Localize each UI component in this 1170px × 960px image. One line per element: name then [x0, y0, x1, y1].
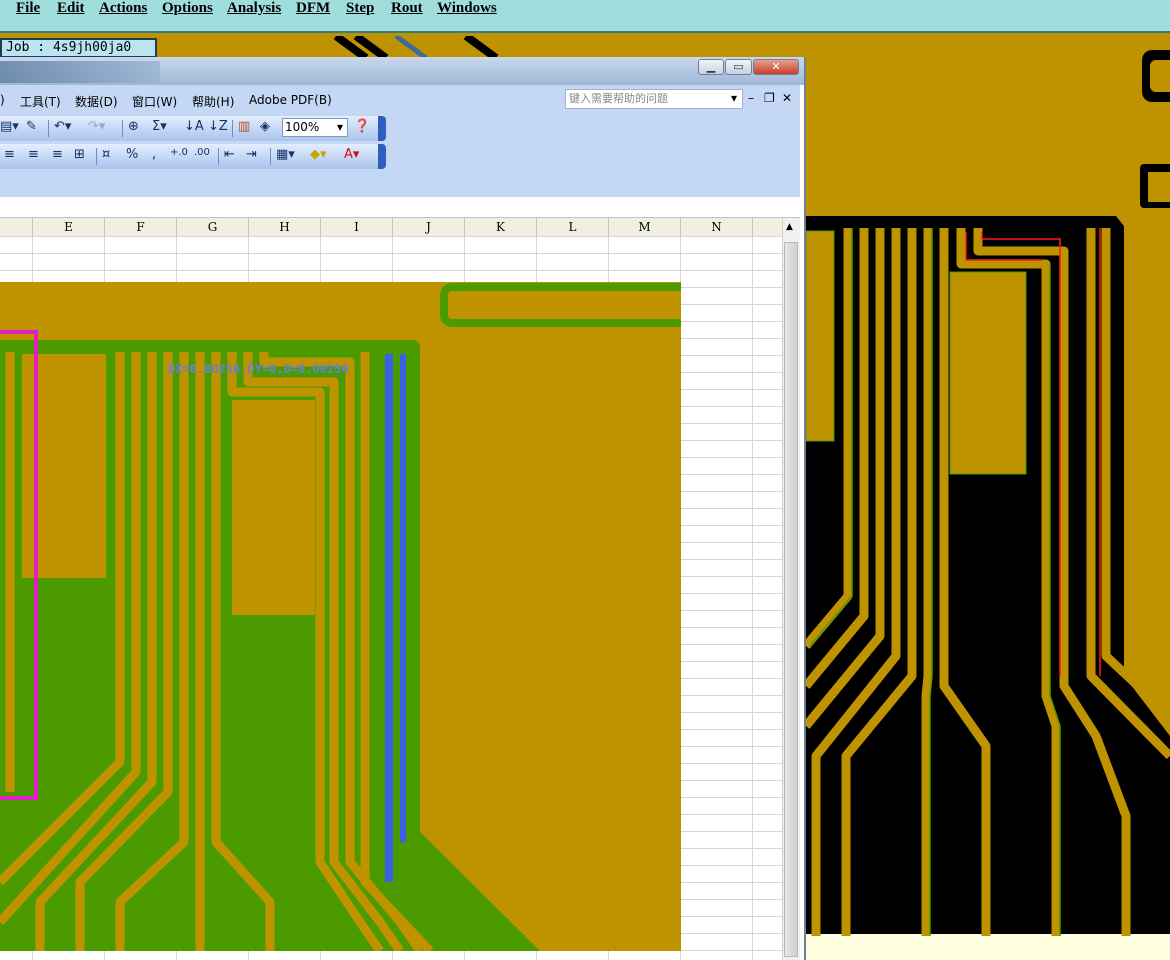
align-center-icon[interactable]: ≡ — [28, 147, 39, 162]
autosum-icon[interactable]: Σ▾ — [152, 119, 167, 134]
increase-indent-icon[interactable]: ⇥ — [246, 147, 257, 162]
column-header-h[interactable]: H — [249, 218, 321, 236]
drawing-icon[interactable]: ◈ — [260, 119, 270, 134]
scroll-up-icon[interactable]: ▲ — [786, 222, 793, 232]
pcb-view-embedded[interactable] — [0, 282, 681, 951]
menu-step[interactable]: Step — [346, 0, 374, 17]
help-search-input[interactable]: 键入需要帮助的问题 — [565, 89, 743, 109]
doc-close-icon[interactable]: ✕ — [782, 91, 792, 105]
app-menubar: File Edit Actions Options Analysis DFM S… — [0, 0, 1170, 33]
column-header-partial[interactable] — [0, 218, 33, 236]
menu-edit[interactable]: Edit — [57, 0, 85, 17]
doc-minimize-icon[interactable]: – — [748, 91, 754, 105]
help-dropdown-icon[interactable]: ▾ — [731, 91, 737, 105]
title-text-blurred — [0, 61, 160, 83]
align-left-icon[interactable]: ≡ — [4, 147, 15, 162]
column-header-g[interactable]: G — [177, 218, 249, 236]
decrease-decimal-icon[interactable]: .00 — [194, 147, 210, 158]
menu-analysis[interactable]: Analysis — [227, 0, 281, 17]
menu-options[interactable]: Options — [162, 0, 213, 17]
measurement-readout: DX=0.00256,DY=0,D=0.00256 — [168, 362, 349, 376]
paste-icon[interactable]: ▤▾ — [0, 119, 19, 134]
toolbar-grip[interactable] — [378, 144, 386, 169]
align-right-icon[interactable]: ≡ — [52, 147, 63, 162]
help-icon[interactable]: ❓ — [354, 119, 370, 134]
close-icon[interactable]: ✕ — [753, 59, 799, 75]
menu-windows[interactable]: Windows — [437, 0, 497, 17]
undo-icon[interactable]: ↶▾ — [54, 119, 71, 134]
merge-center-icon[interactable]: ⊞ — [74, 147, 85, 162]
menu-tools[interactable]: 工具(T) — [20, 93, 61, 110]
job-label: Job : 4s9jh00ja0 — [0, 38, 157, 58]
zoom-dropdown-icon[interactable]: ▾ — [337, 120, 343, 134]
pcb-view-right[interactable] — [806, 36, 1170, 960]
scrollbar-thumb[interactable] — [784, 242, 798, 957]
hyperlink-icon[interactable]: ⊕ — [128, 119, 139, 134]
excel-titlebar[interactable]: ▁ ▭ ✕ — [0, 57, 804, 85]
increase-decimal-icon[interactable]: +.0 — [170, 147, 188, 158]
sort-desc-icon[interactable]: ↓Z — [208, 119, 228, 134]
menu-actions[interactable]: Actions — [99, 0, 147, 17]
redo-icon[interactable]: ↷▾ — [88, 119, 105, 134]
column-header-j[interactable]: J — [393, 218, 465, 236]
toolbar-grip[interactable] — [378, 116, 386, 141]
comma-icon[interactable]: , — [152, 147, 156, 162]
column-header-n[interactable]: N — [681, 218, 753, 236]
font-color-icon[interactable]: A▾ — [344, 147, 359, 162]
formula-bar[interactable] — [0, 197, 800, 218]
menu-file[interactable]: File — [16, 0, 40, 17]
column-header-i[interactable]: I — [321, 218, 393, 236]
column-header-m[interactable]: M — [609, 218, 681, 236]
excel-window: ▁ ▭ ✕ ) 工具(T) 数据(D) 窗口(W) 帮助(H) Adobe PD… — [0, 57, 806, 960]
menu-adobe-pdf[interactable]: Adobe PDF(B) — [249, 93, 332, 107]
doc-restore-icon[interactable]: ❐ — [764, 91, 775, 105]
decrease-indent-icon[interactable]: ⇤ — [224, 147, 235, 162]
column-header-l[interactable]: L — [537, 218, 609, 236]
fill-color-icon[interactable]: ◆▾ — [310, 147, 327, 162]
currency-icon[interactable]: ¤ — [102, 147, 110, 162]
borders-icon[interactable]: ▦▾ — [276, 147, 295, 162]
menu-data[interactable]: 数据(D) — [75, 93, 118, 110]
column-header-f[interactable]: F — [105, 218, 177, 236]
column-header-k[interactable]: K — [465, 218, 537, 236]
menu-dfm[interactable]: DFM — [296, 0, 330, 17]
format-painter-icon[interactable]: ✎ — [26, 119, 37, 134]
menu-partial[interactable]: ) — [0, 93, 5, 107]
vertical-scrollbar[interactable]: ▲ — [782, 218, 800, 960]
sort-asc-icon[interactable]: ↓A — [184, 119, 204, 134]
restore-icon[interactable]: ▭ — [725, 59, 752, 75]
menu-help[interactable]: 帮助(H) — [192, 93, 234, 110]
menu-window[interactable]: 窗口(W) — [132, 93, 177, 110]
formatting-toolbar: ≡ ≡ ≡ ⊞ ¤ % , +.0 .00 ⇤ ⇥ ▦▾ ◆▾ A▾ — [0, 144, 386, 169]
chart-wizard-icon[interactable]: ▥ — [238, 119, 250, 134]
minimize-icon[interactable]: ▁ — [698, 59, 724, 75]
percent-icon[interactable]: % — [126, 147, 138, 162]
column-header: E F G H I J K L M N — [0, 218, 782, 237]
column-header-e[interactable]: E — [33, 218, 105, 236]
pcb-top-strip — [156, 36, 806, 58]
menu-rout[interactable]: Rout — [391, 0, 423, 17]
